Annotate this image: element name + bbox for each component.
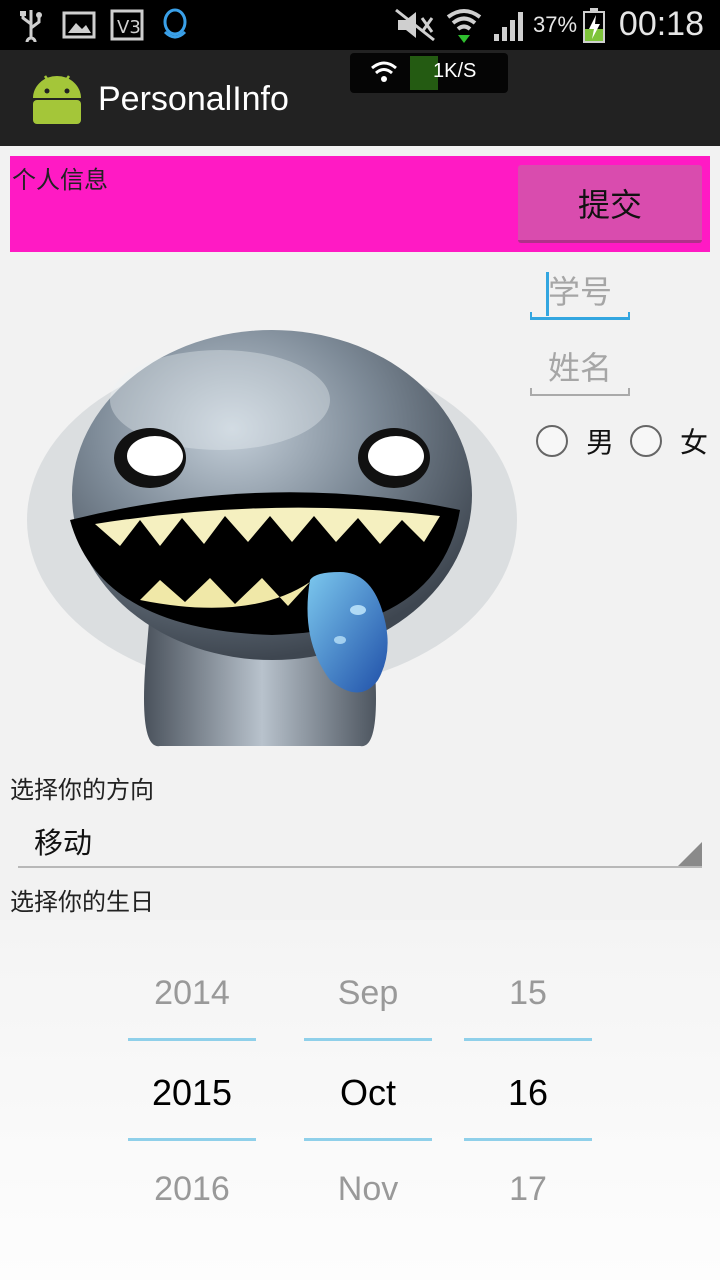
v3-icon: V3 [110,8,144,42]
picker-divider [464,1038,592,1041]
day-current[interactable]: 16 [464,1072,592,1114]
picker-divider [304,1038,432,1041]
month-picker[interactable]: Sep Oct Nov [304,950,432,1240]
direction-selected: 移动 [34,826,93,860]
wifi-small-icon [370,60,398,88]
picker-divider [128,1038,256,1041]
radio-label-female: 女 [680,426,709,459]
net-speed-text: 1K/S [433,60,477,82]
gender-radio-female[interactable]: 女 [630,422,708,460]
radio-circle[interactable] [630,425,662,457]
clock: 00:18 [618,5,704,43]
header-label: 个人信息 [12,166,108,194]
student-id-field[interactable] [530,270,630,320]
student-id-underline [530,312,630,320]
gender-radio-male[interactable]: 男 [536,422,614,460]
name-input[interactable] [530,346,630,390]
name-field[interactable] [530,346,630,396]
submit-button[interactable]: 提交 [518,165,702,243]
image-icon [62,8,96,42]
mute-icon [394,8,436,42]
picker-divider [464,1138,592,1141]
radio-label-male: 男 [586,426,615,459]
signal-icon [492,8,528,42]
avatar-image [10,310,522,766]
android-icon [30,70,84,126]
year-prev[interactable]: 2014 [128,974,256,1013]
student-id-input[interactable] [530,270,630,314]
net-speed-overlay: 1K/S [350,53,508,93]
radio-circle[interactable] [536,425,568,457]
day-prev[interactable]: 15 [464,974,592,1013]
picker-divider [304,1138,432,1141]
wifi-icon [444,8,484,43]
app-title: PersonalInfo [98,80,289,118]
month-prev[interactable]: Sep [304,974,432,1013]
dropdown-arrow-icon [678,842,702,866]
year-picker[interactable]: 2014 2015 2016 [128,950,256,1240]
usb-icon [18,8,44,42]
day-next[interactable]: 17 [464,1170,592,1209]
month-next[interactable]: Nov [304,1170,432,1209]
battery-icon [582,8,606,43]
direction-label: 选择你的方向 [10,776,154,804]
name-underline [530,388,630,396]
direction-spinner[interactable]: 移动 [18,812,702,868]
text-cursor [546,272,549,316]
month-current[interactable]: Oct [304,1072,432,1114]
status-bar: V3 37% 00:18 [0,0,720,50]
picker-divider [128,1138,256,1141]
birthday-label: 选择你的生日 [10,888,154,916]
year-next[interactable]: 2016 [128,1170,256,1209]
year-current[interactable]: 2015 [128,1072,256,1114]
svg-text:V3: V3 [117,17,141,38]
day-picker[interactable]: 15 16 17 [464,950,592,1240]
qq-icon [158,8,192,42]
battery-percent: 37% [533,12,578,37]
